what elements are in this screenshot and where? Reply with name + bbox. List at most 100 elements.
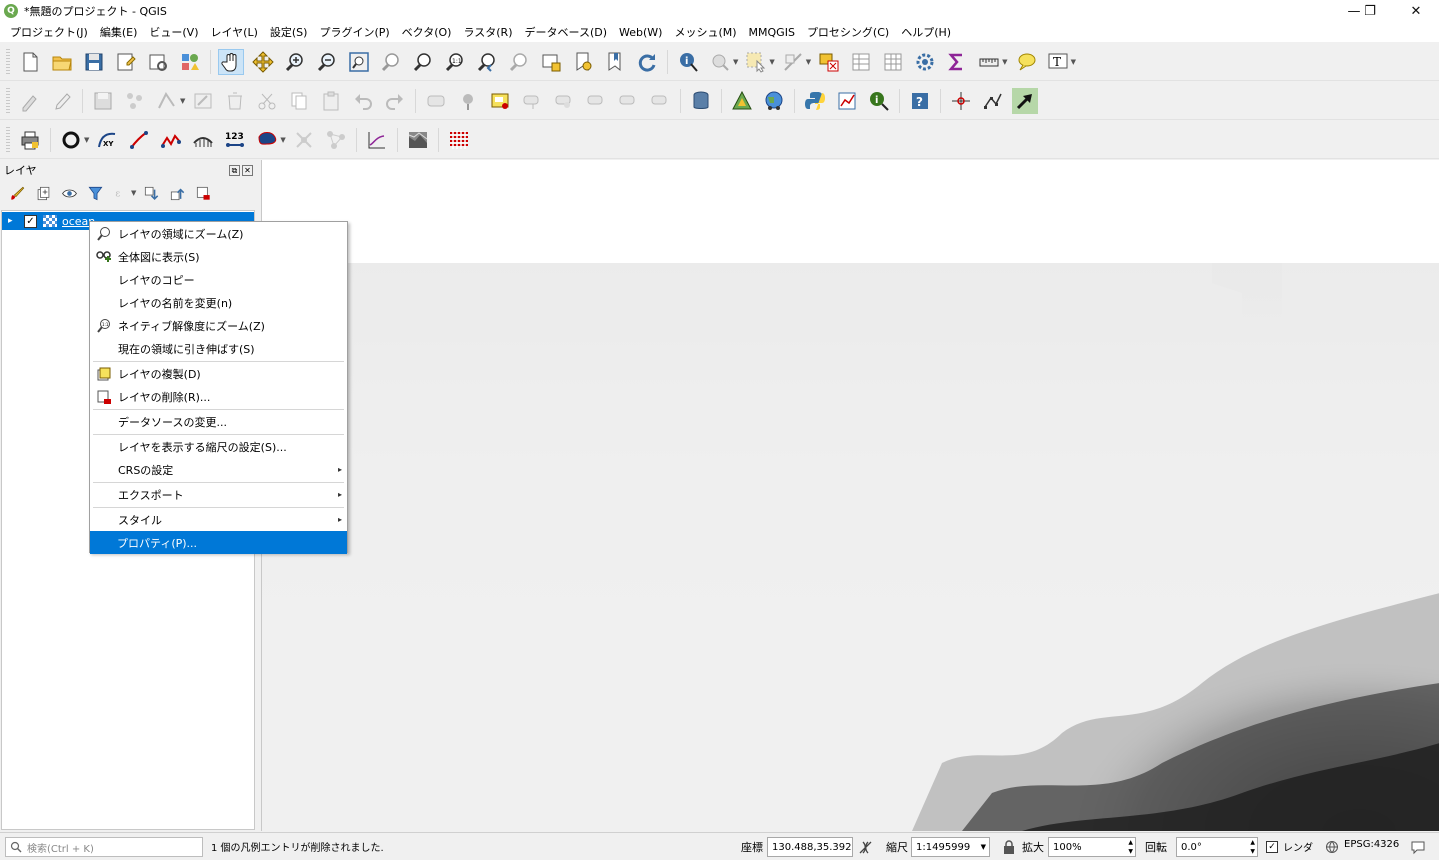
menu-show-in-overview[interactable]: 全体図に表示(S) [91,245,346,268]
zoom-to-layer-button[interactable] [410,49,436,75]
label-toolbar-button-2[interactable] [455,88,481,114]
circle-tool-button[interactable] [58,127,84,153]
toolbar-grip[interactable] [6,48,10,75]
actions-dropdown-icon[interactable]: ▼ [733,58,738,66]
redo-button[interactable] [382,88,408,114]
grid-tool-button[interactable] [446,127,472,153]
label-toolbar-button-3[interactable] [519,88,545,114]
save-as-button[interactable] [113,49,139,75]
georeferencer-button[interactable] [729,88,755,114]
new-project-button[interactable] [17,49,43,75]
raster-texture-button[interactable] [405,127,431,153]
menu-web[interactable]: Web(W) [613,26,668,39]
actions-button[interactable] [707,49,733,75]
toolbar-grip[interactable] [6,126,10,153]
measure-line-button[interactable] [976,49,1002,75]
deselect-features-button[interactable] [816,49,842,75]
pan-map-button[interactable] [218,48,244,75]
open-project-button[interactable] [49,49,75,75]
select-by-value-button[interactable] [780,49,806,75]
processing-toolbox-button[interactable] [912,49,938,75]
label-toolbar-button-1[interactable] [423,88,449,114]
menu-zoom-to-layer[interactable]: レイヤの領域にズーム(Z) [91,222,346,245]
cut-features-button[interactable] [254,88,280,114]
extents-toggle-icon[interactable] [858,840,873,855]
python-console-button[interactable] [802,88,828,114]
menu-remove-layer[interactable]: レイヤの削除(R)... [91,385,346,408]
undo-button[interactable] [350,88,376,114]
menu-styles[interactable]: スタイル ▸ [91,508,346,531]
collapse-all-button[interactable] [166,182,188,204]
menu-project[interactable]: プロジェクト(J) [4,24,94,40]
menu-set-crs[interactable]: CRSの設定 ▸ [91,458,346,481]
crs-status[interactable]: EPSG:4326 [1344,839,1399,850]
menu-mesh[interactable]: メッシュ(M) [668,24,742,40]
menu-settings[interactable]: 設定(S) [264,24,314,40]
message-log-icon[interactable] [1410,839,1426,855]
restore-button[interactable]: ❐ [1347,0,1393,22]
profile-tool-button[interactable] [364,127,390,153]
menu-change-data-source[interactable]: データソースの変更... [91,410,346,433]
rotation-spinbox[interactable]: 0.0° ▲ ▼ [1176,837,1258,857]
lock-icon[interactable] [1003,840,1015,854]
menu-vector[interactable]: ベクタ(O) [396,24,458,40]
zoom-native-button[interactable]: 1:1 [442,49,468,75]
menu-mmqgis[interactable]: MMQGIS [743,26,801,39]
coordinate-capture-button[interactable] [948,88,974,114]
polygon-tool-button[interactable] [254,127,280,153]
toggle-editing-button[interactable] [49,88,75,114]
zoom-last-button[interactable] [474,49,500,75]
circle-dropdown-icon[interactable]: ▼ [84,136,89,144]
refresh-button[interactable] [634,49,660,75]
layer-diagram-button[interactable] [487,88,513,114]
render-checkbox[interactable]: ✓ [1266,841,1278,853]
vertex-dropdown-icon[interactable]: ▼ [180,97,185,105]
help-button[interactable]: ? [907,88,933,114]
label-toolbar-button-4[interactable] [551,88,577,114]
vertex-tool-button[interactable] [154,88,180,114]
expand-all-button[interactable] [140,182,162,204]
menu-properties[interactable]: プロパティ(P)... [90,531,347,554]
polygon-dropdown-icon[interactable]: ▼ [280,136,285,144]
zoom-out-button[interactable] [314,49,340,75]
zoom-full-button[interactable] [346,49,372,75]
label-toolbar-button-7[interactable] [647,88,673,114]
menu-export[interactable]: エクスポート ▸ [91,483,346,506]
identify-features-button[interactable]: i [675,49,701,75]
show-bookmarks-button[interactable] [602,49,628,75]
menu-help[interactable]: ヘルプ(H) [895,24,957,40]
zoom-to-selection-button[interactable] [378,49,404,75]
copy-features-button[interactable] [286,88,312,114]
db-manager-button[interactable] [688,88,714,114]
line-tool-button[interactable] [126,127,152,153]
map-tips-button[interactable] [1013,49,1039,75]
menu-processing[interactable]: プロセシング(C) [801,24,895,40]
menu-edit[interactable]: 編集(E) [94,24,144,40]
text-annotation-button[interactable]: T [1045,49,1071,75]
bridge-tool-button[interactable] [190,127,216,153]
attribute-table-button[interactable] [848,49,874,75]
menu-zoom-native[interactable]: 1:1 ネイティブ解像度にズーム(Z) [91,314,346,337]
field-calculator-button[interactable] [880,49,906,75]
new-bookmark-button[interactable] [570,49,596,75]
scale-dropdown-icon[interactable]: ▼ [981,843,986,851]
float-panel-icon[interactable]: ⧉ [229,164,240,176]
scale-combobox[interactable]: 1:1495999 ▼ [911,837,990,857]
rotation-spin-icon[interactable]: ▲ ▼ [1250,838,1255,856]
add-group-button[interactable] [32,182,54,204]
expand-arrow-icon[interactable]: ▸ [8,216,18,226]
menu-rename-layer[interactable]: レイヤの名前を変更(n) [91,291,346,314]
node-tool-button[interactable] [291,127,317,153]
locator-search[interactable]: 検索(Ctrl + K) [5,837,203,857]
magnifier-spin-icon[interactable]: ▲ ▼ [1128,838,1133,856]
print-composer-button[interactable] [17,127,43,153]
magnifier-spinbox[interactable]: 100% ▲ ▼ [1048,837,1136,857]
number-tool-button[interactable]: 123 [222,127,248,153]
plugin-chart-button[interactable] [834,88,860,114]
map-canvas[interactable] [261,160,1439,831]
menu-stretch-current-extent[interactable]: 現在の領域に引き伸ばす(S) [91,337,346,360]
close-panel-icon[interactable]: ✕ [242,164,253,176]
current-edits-button[interactable] [17,88,43,114]
route-tool-button[interactable] [1012,87,1039,114]
menu-raster[interactable]: ラスタ(R) [457,24,518,40]
